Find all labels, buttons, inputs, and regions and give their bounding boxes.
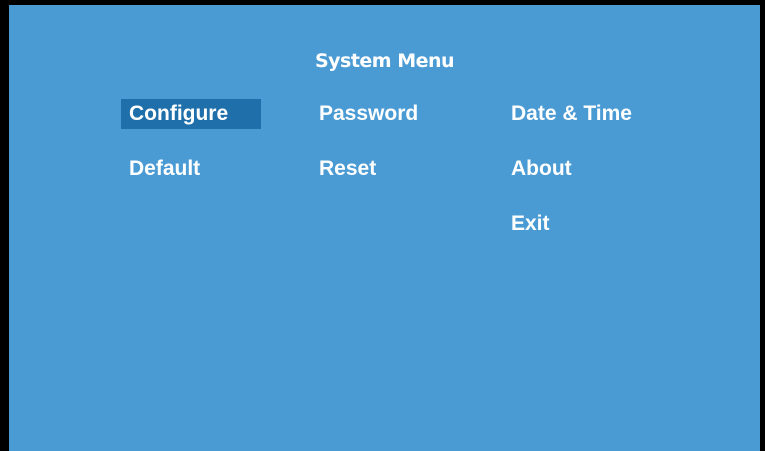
menu-item-about[interactable]: About [503, 154, 580, 184]
menu-item-exit[interactable]: Exit [503, 209, 558, 239]
menu-item-configure[interactable]: Configure [121, 99, 261, 129]
system-menu-panel: System Menu Configure Password Date & Ti… [9, 5, 760, 451]
menu-item-reset[interactable]: Reset [311, 154, 384, 184]
menu-item-date-time[interactable]: Date & Time [503, 99, 640, 129]
menu-item-password[interactable]: Password [311, 99, 426, 129]
menu-title: System Menu [314, 50, 455, 72]
menu-item-default[interactable]: Default [121, 154, 208, 184]
screen-frame: System Menu Configure Password Date & Ti… [0, 0, 765, 451]
